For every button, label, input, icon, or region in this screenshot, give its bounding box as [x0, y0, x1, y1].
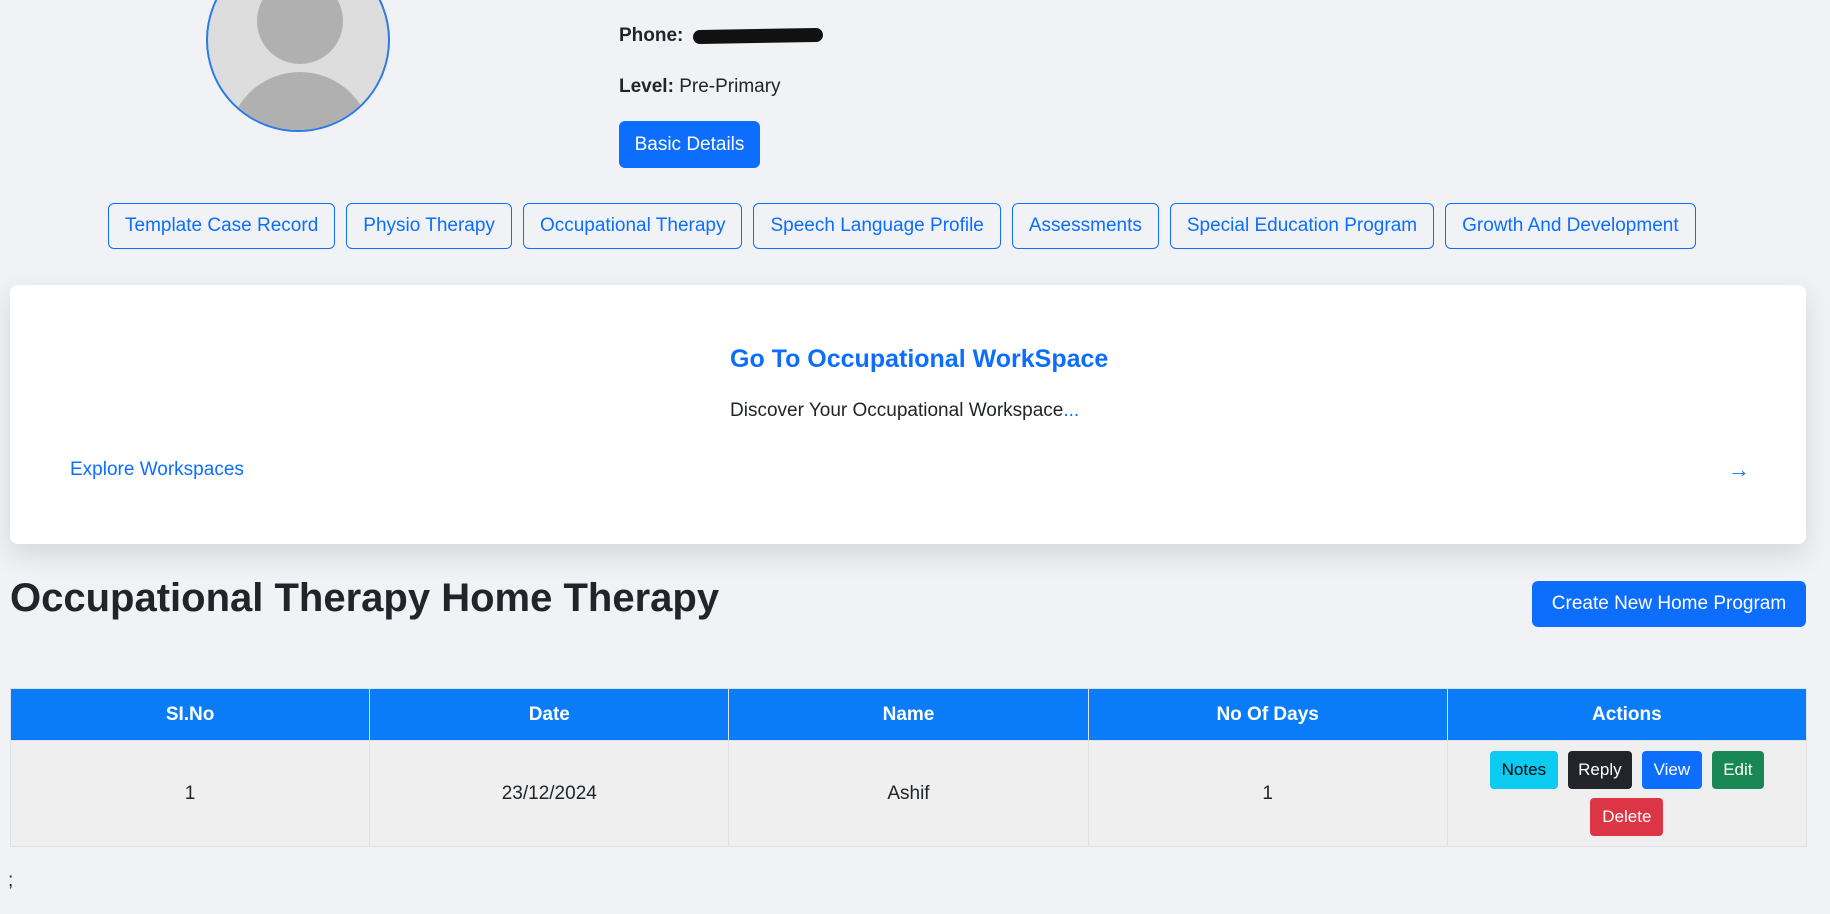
cell-name: Ashif — [728, 740, 1089, 847]
workspace-card: Go To Occupational WorkSpace Discover Yo… — [10, 285, 1806, 544]
notes-button[interactable]: Notes — [1489, 751, 1558, 789]
home-program-table: SI.No Date Name No Of Days Actions 1 23/… — [9, 688, 1808, 847]
level-value: Pre-Primary — [679, 76, 781, 97]
workspace-card-ellipsis: ... — [1063, 400, 1080, 421]
tab-physio-therapy[interactable]: Physio Therapy — [346, 203, 512, 249]
cell-actions: Notes Reply View Edit Delete — [1446, 740, 1808, 847]
tab-template-case-record[interactable]: Template Case Record — [108, 203, 336, 249]
level-line: Level: Pre-Primary — [619, 76, 781, 98]
view-button[interactable]: View — [1641, 751, 1702, 789]
create-new-home-program-button[interactable]: Create New Home Program — [1532, 581, 1806, 627]
basic-details-button[interactable]: Basic Details — [619, 121, 760, 168]
reply-button[interactable]: Reply — [1567, 751, 1632, 789]
tab-occupational-therapy[interactable]: Occupational Therapy — [522, 203, 743, 249]
column-header-si-no: SI.No — [9, 688, 371, 741]
tab-speech-language-profile[interactable]: Speech Language Profile — [753, 203, 1001, 249]
column-header-name: Name — [728, 688, 1089, 741]
workspace-card-description-text: Discover Your Occupational Workspace — [730, 400, 1064, 421]
delete-button[interactable]: Delete — [1590, 798, 1664, 836]
avatar — [206, 0, 390, 132]
cell-date: 23/12/2024 — [369, 740, 730, 847]
row-actions: Notes Reply View Edit Delete — [1482, 751, 1772, 836]
workspace-card-title: Go To Occupational WorkSpace — [730, 345, 1109, 373]
edit-button[interactable]: Edit — [1711, 751, 1764, 789]
cell-si-no: 1 — [9, 740, 371, 847]
avatar-body-shape — [228, 72, 372, 130]
tab-special-education-program[interactable]: Special Education Program — [1169, 203, 1435, 249]
therapy-tabs: Template Case Record Physio Therapy Occu… — [108, 203, 1696, 249]
table-row: 1 23/12/2024 Ashif 1 Notes Reply View Ed… — [9, 740, 1808, 847]
table-header-row: SI.No Date Name No Of Days Actions — [9, 688, 1808, 741]
tab-growth-and-development[interactable]: Growth And Development — [1445, 203, 1696, 249]
explore-workspaces-link[interactable]: Explore Workspaces — [70, 459, 244, 481]
column-header-date: Date — [369, 688, 730, 741]
phone-redaction — [692, 27, 823, 45]
phone-label: Phone: — [619, 25, 684, 46]
stray-text: ; — [8, 870, 14, 891]
workspace-card-description: Discover Your Occupational Workspace... — [730, 400, 1079, 422]
tab-assessments[interactable]: Assessments — [1011, 203, 1159, 249]
avatar-head-shape — [257, 0, 343, 64]
column-header-actions: Actions — [1446, 688, 1808, 741]
page-title: Occupational Therapy Home Therapy — [10, 576, 720, 620]
level-label: Level: — [619, 76, 674, 97]
column-header-no-of-days: No Of Days — [1087, 688, 1448, 741]
cell-no-of-days: 1 — [1087, 740, 1448, 847]
phone-line: Phone: — [619, 25, 823, 47]
arrow-right-icon[interactable]: → — [1728, 457, 1750, 483]
